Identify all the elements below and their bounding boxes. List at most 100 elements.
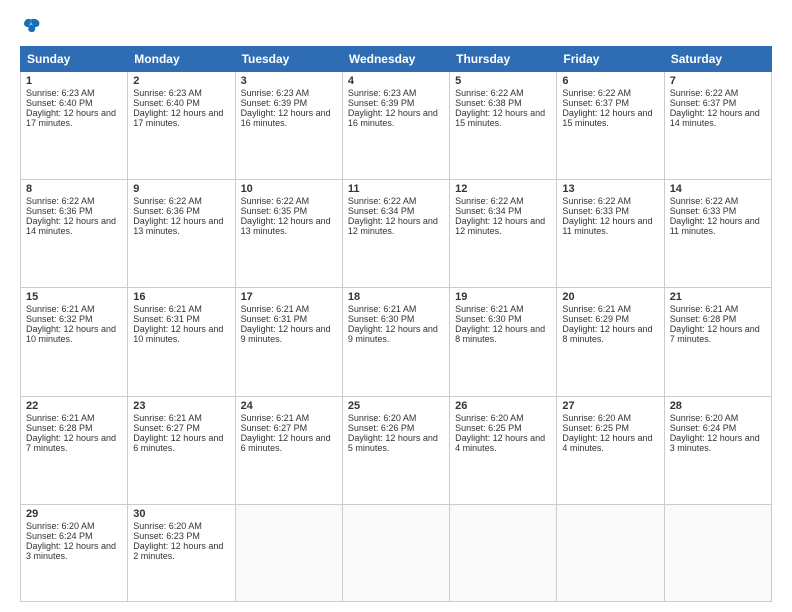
sunset-time: Sunset: 6:34 PM	[455, 206, 522, 216]
calendar-header-friday: Friday	[557, 47, 664, 72]
sunrise-time: Sunrise: 6:22 AM	[455, 88, 524, 98]
sunset-time: Sunset: 6:40 PM	[26, 98, 93, 108]
sunrise-time: Sunrise: 6:22 AM	[455, 196, 524, 206]
daylight-hours: Daylight: 12 hours and 6 minutes.	[241, 433, 331, 453]
calendar-header-monday: Monday	[128, 47, 235, 72]
sunset-time: Sunset: 6:25 PM	[562, 423, 629, 433]
calendar-cell: 3Sunrise: 6:23 AMSunset: 6:39 PMDaylight…	[235, 72, 342, 180]
daylight-hours: Daylight: 12 hours and 4 minutes.	[562, 433, 652, 453]
daylight-hours: Daylight: 12 hours and 6 minutes.	[133, 433, 223, 453]
daylight-hours: Daylight: 12 hours and 16 minutes.	[241, 108, 331, 128]
day-number: 4	[348, 75, 444, 87]
calendar-table: SundayMondayTuesdayWednesdayThursdayFrid…	[20, 46, 772, 602]
day-number: 19	[455, 291, 551, 303]
calendar-cell: 11Sunrise: 6:22 AMSunset: 6:34 PMDayligh…	[342, 180, 449, 288]
calendar-week-2: 8Sunrise: 6:22 AMSunset: 6:36 PMDaylight…	[21, 180, 772, 288]
calendar-week-1: 1Sunrise: 6:23 AMSunset: 6:40 PMDaylight…	[21, 72, 772, 180]
day-number: 14	[670, 183, 766, 195]
sunset-time: Sunset: 6:38 PM	[455, 98, 522, 108]
sunrise-time: Sunrise: 6:23 AM	[26, 88, 95, 98]
calendar-cell: 4Sunrise: 6:23 AMSunset: 6:39 PMDaylight…	[342, 72, 449, 180]
calendar-body: 1Sunrise: 6:23 AMSunset: 6:40 PMDaylight…	[21, 72, 772, 602]
logo-icon	[20, 16, 42, 38]
header	[20, 16, 772, 38]
day-number: 29	[26, 508, 122, 520]
calendar-cell: 10Sunrise: 6:22 AMSunset: 6:35 PMDayligh…	[235, 180, 342, 288]
day-number: 18	[348, 291, 444, 303]
day-number: 24	[241, 400, 337, 412]
sunset-time: Sunset: 6:27 PM	[133, 423, 200, 433]
sunrise-time: Sunrise: 6:23 AM	[241, 88, 310, 98]
day-number: 20	[562, 291, 658, 303]
calendar-cell: 9Sunrise: 6:22 AMSunset: 6:36 PMDaylight…	[128, 180, 235, 288]
day-number: 6	[562, 75, 658, 87]
calendar-cell: 24Sunrise: 6:21 AMSunset: 6:27 PMDayligh…	[235, 396, 342, 504]
calendar-cell: 15Sunrise: 6:21 AMSunset: 6:32 PMDayligh…	[21, 288, 128, 396]
calendar-header-thursday: Thursday	[450, 47, 557, 72]
calendar-cell: 7Sunrise: 6:22 AMSunset: 6:37 PMDaylight…	[664, 72, 771, 180]
calendar-cell: 22Sunrise: 6:21 AMSunset: 6:28 PMDayligh…	[21, 396, 128, 504]
sunrise-time: Sunrise: 6:22 AM	[562, 88, 631, 98]
sunrise-time: Sunrise: 6:23 AM	[133, 88, 202, 98]
day-number: 9	[133, 183, 229, 195]
sunset-time: Sunset: 6:34 PM	[348, 206, 415, 216]
day-number: 22	[26, 400, 122, 412]
calendar-week-5: 29 Sunrise: 6:20 AM Sunset: 6:24 PM Dayligh…	[21, 504, 772, 601]
day-number: 3	[241, 75, 337, 87]
sunrise-time: Sunrise: 6:21 AM	[26, 413, 95, 423]
calendar-cell	[450, 504, 557, 601]
day-number: 30	[133, 508, 229, 520]
calendar-cell: 2Sunrise: 6:23 AMSunset: 6:40 PMDaylight…	[128, 72, 235, 180]
calendar-week-4: 22Sunrise: 6:21 AMSunset: 6:28 PMDayligh…	[21, 396, 772, 504]
calendar-cell: 1Sunrise: 6:23 AMSunset: 6:40 PMDaylight…	[21, 72, 128, 180]
daylight-hours: Daylight: 12 hours and 13 minutes.	[241, 216, 331, 236]
sunset-time: Sunset: 6:27 PM	[241, 423, 308, 433]
sunset-time: Sunset: 6:35 PM	[241, 206, 308, 216]
calendar-cell	[557, 504, 664, 601]
sunset-time: Sunset: 6:26 PM	[348, 423, 415, 433]
sunrise-time: Sunrise: 6:20 AM	[562, 413, 631, 423]
daylight-hours: Daylight: 12 hours and 8 minutes.	[455, 324, 545, 344]
day-number: 5	[455, 75, 551, 87]
daylight-hours: Daylight: 12 hours and 4 minutes.	[455, 433, 545, 453]
sunset-time: Sunset: 6:36 PM	[133, 206, 200, 216]
day-number: 28	[670, 400, 766, 412]
sunset-time: Sunset: 6:24 PM	[26, 531, 93, 541]
sunset-time: Sunset: 6:37 PM	[562, 98, 629, 108]
sunrise-time: Sunrise: 6:22 AM	[26, 196, 95, 206]
sunset-time: Sunset: 6:37 PM	[670, 98, 737, 108]
sunrise-time: Sunrise: 6:20 AM	[670, 413, 739, 423]
calendar-cell: 21Sunrise: 6:21 AMSunset: 6:28 PMDayligh…	[664, 288, 771, 396]
day-number: 1	[26, 75, 122, 87]
sunrise-time: Sunrise: 6:22 AM	[133, 196, 202, 206]
calendar-cell: 16Sunrise: 6:21 AMSunset: 6:31 PMDayligh…	[128, 288, 235, 396]
sunset-time: Sunset: 6:39 PM	[241, 98, 308, 108]
sunrise-time: Sunrise: 6:21 AM	[133, 304, 202, 314]
day-number: 2	[133, 75, 229, 87]
sunrise-time: Sunrise: 6:21 AM	[562, 304, 631, 314]
sunrise-time: Sunrise: 6:22 AM	[670, 88, 739, 98]
day-number: 17	[241, 291, 337, 303]
sunrise-time: Sunrise: 6:21 AM	[455, 304, 524, 314]
daylight-hours: Daylight: 12 hours and 2 minutes.	[133, 541, 223, 561]
sunset-time: Sunset: 6:23 PM	[133, 531, 200, 541]
calendar-cell: 14Sunrise: 6:22 AMSunset: 6:33 PMDayligh…	[664, 180, 771, 288]
calendar-cell: 13Sunrise: 6:22 AMSunset: 6:33 PMDayligh…	[557, 180, 664, 288]
calendar-cell: 5Sunrise: 6:22 AMSunset: 6:38 PMDaylight…	[450, 72, 557, 180]
calendar-cell: 25Sunrise: 6:20 AMSunset: 6:26 PMDayligh…	[342, 396, 449, 504]
calendar-header-wednesday: Wednesday	[342, 47, 449, 72]
daylight-hours: Daylight: 12 hours and 17 minutes.	[26, 108, 116, 128]
daylight-hours: Daylight: 12 hours and 17 minutes.	[133, 108, 223, 128]
daylight-hours: Daylight: 12 hours and 11 minutes.	[562, 216, 652, 236]
logo	[20, 16, 46, 38]
daylight-hours: Daylight: 12 hours and 7 minutes.	[670, 324, 760, 344]
sunrise-time: Sunrise: 6:21 AM	[670, 304, 739, 314]
sunrise-time: Sunrise: 6:23 AM	[348, 88, 417, 98]
page: SundayMondayTuesdayWednesdayThursdayFrid…	[0, 0, 792, 612]
calendar-cell: 20Sunrise: 6:21 AMSunset: 6:29 PMDayligh…	[557, 288, 664, 396]
calendar-cell: 23Sunrise: 6:21 AMSunset: 6:27 PMDayligh…	[128, 396, 235, 504]
sunset-time: Sunset: 6:28 PM	[670, 314, 737, 324]
sunrise-time: Sunrise: 6:20 AM	[133, 521, 202, 531]
sunset-time: Sunset: 6:29 PM	[562, 314, 629, 324]
sunrise-time: Sunrise: 6:22 AM	[562, 196, 631, 206]
